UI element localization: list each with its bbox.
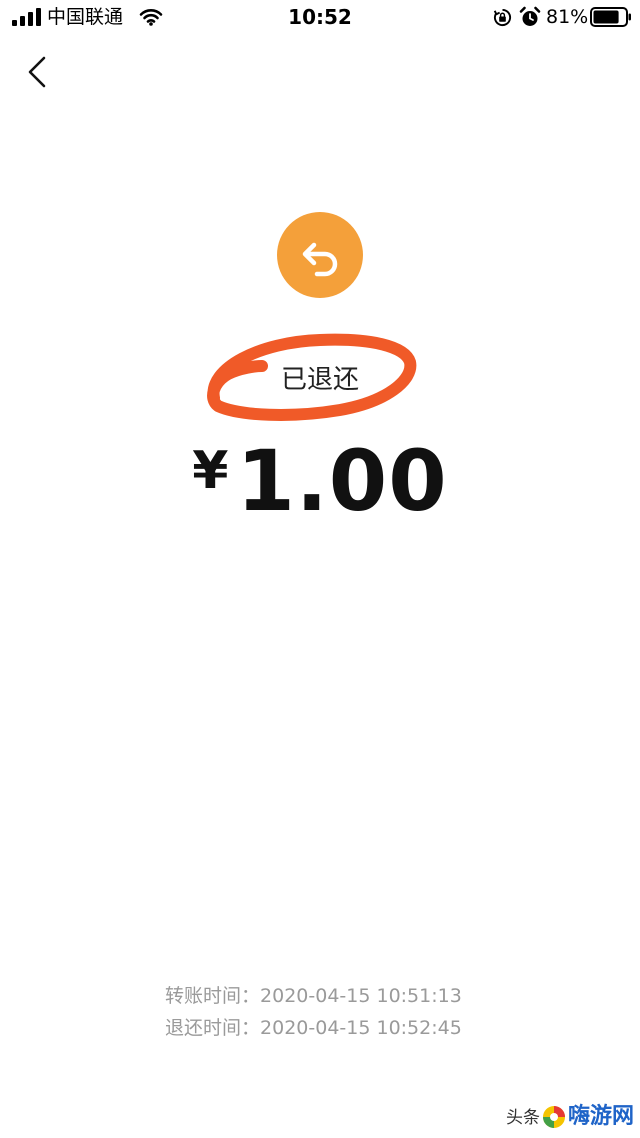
battery-icon <box>590 7 631 27</box>
transfer-time-row: 转账时间：2020-04-15 10:51:13 <box>165 980 585 1012</box>
watermark-prefix: 头条 <box>506 1108 540 1128</box>
refund-status-text: 已退还 <box>280 365 359 395</box>
transfer-time-value: 2020-04-15 10:51:13 <box>260 985 462 1007</box>
watermark: 头条 嗨游网 <box>506 1100 634 1134</box>
undo-arrow-icon <box>302 242 338 277</box>
refund-time-row: 退还时间：2020-04-15 10:52:45 <box>165 1012 585 1044</box>
back-button[interactable] <box>18 52 58 92</box>
amount-value: 1.00 <box>236 432 448 530</box>
watermark-logo-icon <box>543 1106 565 1128</box>
refund-amount: ¥1.00 <box>0 432 640 530</box>
transfer-time-label: 转账时间： <box>165 985 261 1007</box>
chevron-left-icon <box>28 56 46 88</box>
carrier-name: 中国联通 <box>47 6 124 28</box>
clock-time: 10:52 <box>288 5 352 29</box>
status-bar: 中国联通 10:52 81% <box>0 0 640 36</box>
refund-status: 已退还 <box>200 328 422 422</box>
alarm-icon <box>519 6 541 26</box>
watermark-brand: 嗨游网 <box>568 1104 635 1129</box>
refund-time-value: 2020-04-15 10:52:45 <box>260 1017 462 1039</box>
currency-symbol: ¥ <box>192 441 229 501</box>
refund-status-icon <box>277 212 363 298</box>
transfer-times: 转账时间：2020-04-15 10:51:13 退还时间：2020-04-15… <box>165 980 585 1044</box>
battery-percent: 81% <box>546 6 589 28</box>
wifi-icon <box>139 9 163 26</box>
refund-time-label: 退还时间： <box>165 1017 261 1039</box>
battery-fill <box>593 10 619 24</box>
signal-icon <box>12 8 41 26</box>
rotation-lock-icon <box>493 8 512 27</box>
